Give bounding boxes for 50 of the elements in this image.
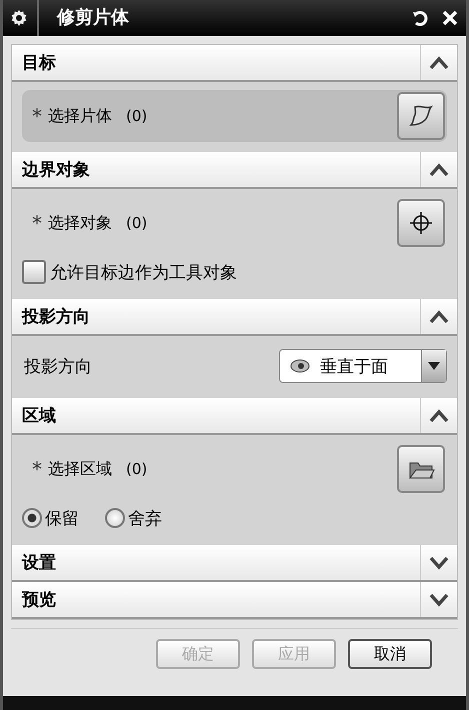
radio-button[interactable] [105, 508, 125, 528]
dialog-button[interactable]: 取消 [348, 639, 432, 669]
checkbox[interactable] [22, 260, 46, 284]
section-header[interactable]: 目标 [12, 45, 457, 82]
section-title: 预览 [20, 589, 57, 611]
select-button[interactable] [397, 92, 445, 140]
section-title: 边界对象 [21, 159, 91, 181]
section-header[interactable]: 预览 [12, 582, 457, 619]
selection-step[interactable]: * 选择区域 (0) [22, 443, 447, 495]
collapse-icon[interactable] [429, 310, 449, 324]
section-title: 目标 [21, 52, 57, 74]
collapse-icon[interactable] [429, 56, 449, 70]
select-button[interactable] [397, 199, 445, 247]
checkbox-label: 允许目标边作为工具对象 [50, 262, 237, 284]
field-label: 投影方向 [24, 356, 92, 378]
dropdown-arrow-icon [427, 361, 441, 371]
direction-dropdown[interactable]: 垂直于面 [279, 349, 447, 383]
collapse-icon[interactable] [429, 162, 449, 176]
selection-step[interactable]: * 选择对象 (0) [22, 197, 447, 249]
selection-label: 选择片体 [48, 106, 112, 126]
expand-icon[interactable] [429, 556, 449, 570]
radio-label: 保留 [45, 508, 79, 530]
selection-count: (0) [126, 214, 148, 232]
radio-option[interactable]: 保留 [22, 506, 79, 530]
radio-label: 舍弃 [128, 508, 162, 530]
section-title: 区域 [21, 405, 57, 427]
selection-label: 选择区域 [48, 458, 112, 480]
collapse-icon[interactable] [429, 408, 449, 422]
settings-icon[interactable] [9, 8, 29, 28]
selection-count: (0) [126, 107, 148, 125]
selection-count: (0) [126, 460, 148, 478]
selection-step[interactable]: * 选择片体 (0) [22, 90, 447, 142]
required-mark: * [32, 104, 42, 128]
section-header[interactable]: 投影方向 [12, 299, 457, 336]
expand-icon[interactable] [429, 592, 449, 606]
radio-button[interactable] [22, 508, 42, 528]
required-mark: * [32, 211, 42, 235]
radio-option[interactable]: 舍弃 [105, 506, 162, 530]
selection-label: 选择对象 [48, 212, 112, 234]
section-header[interactable]: 设置 [12, 545, 457, 582]
section-title: 设置 [20, 552, 57, 574]
eye-icon [288, 357, 312, 375]
window-title: 修剪片体 [37, 0, 129, 36]
reset-icon[interactable] [410, 8, 430, 28]
section-header[interactable]: 区域 [12, 398, 457, 435]
select-button[interactable] [397, 445, 445, 493]
close-icon[interactable] [440, 8, 460, 28]
section-header[interactable]: 边界对象 [12, 152, 457, 189]
section-title: 投影方向 [20, 306, 91, 328]
required-mark: * [32, 457, 42, 481]
